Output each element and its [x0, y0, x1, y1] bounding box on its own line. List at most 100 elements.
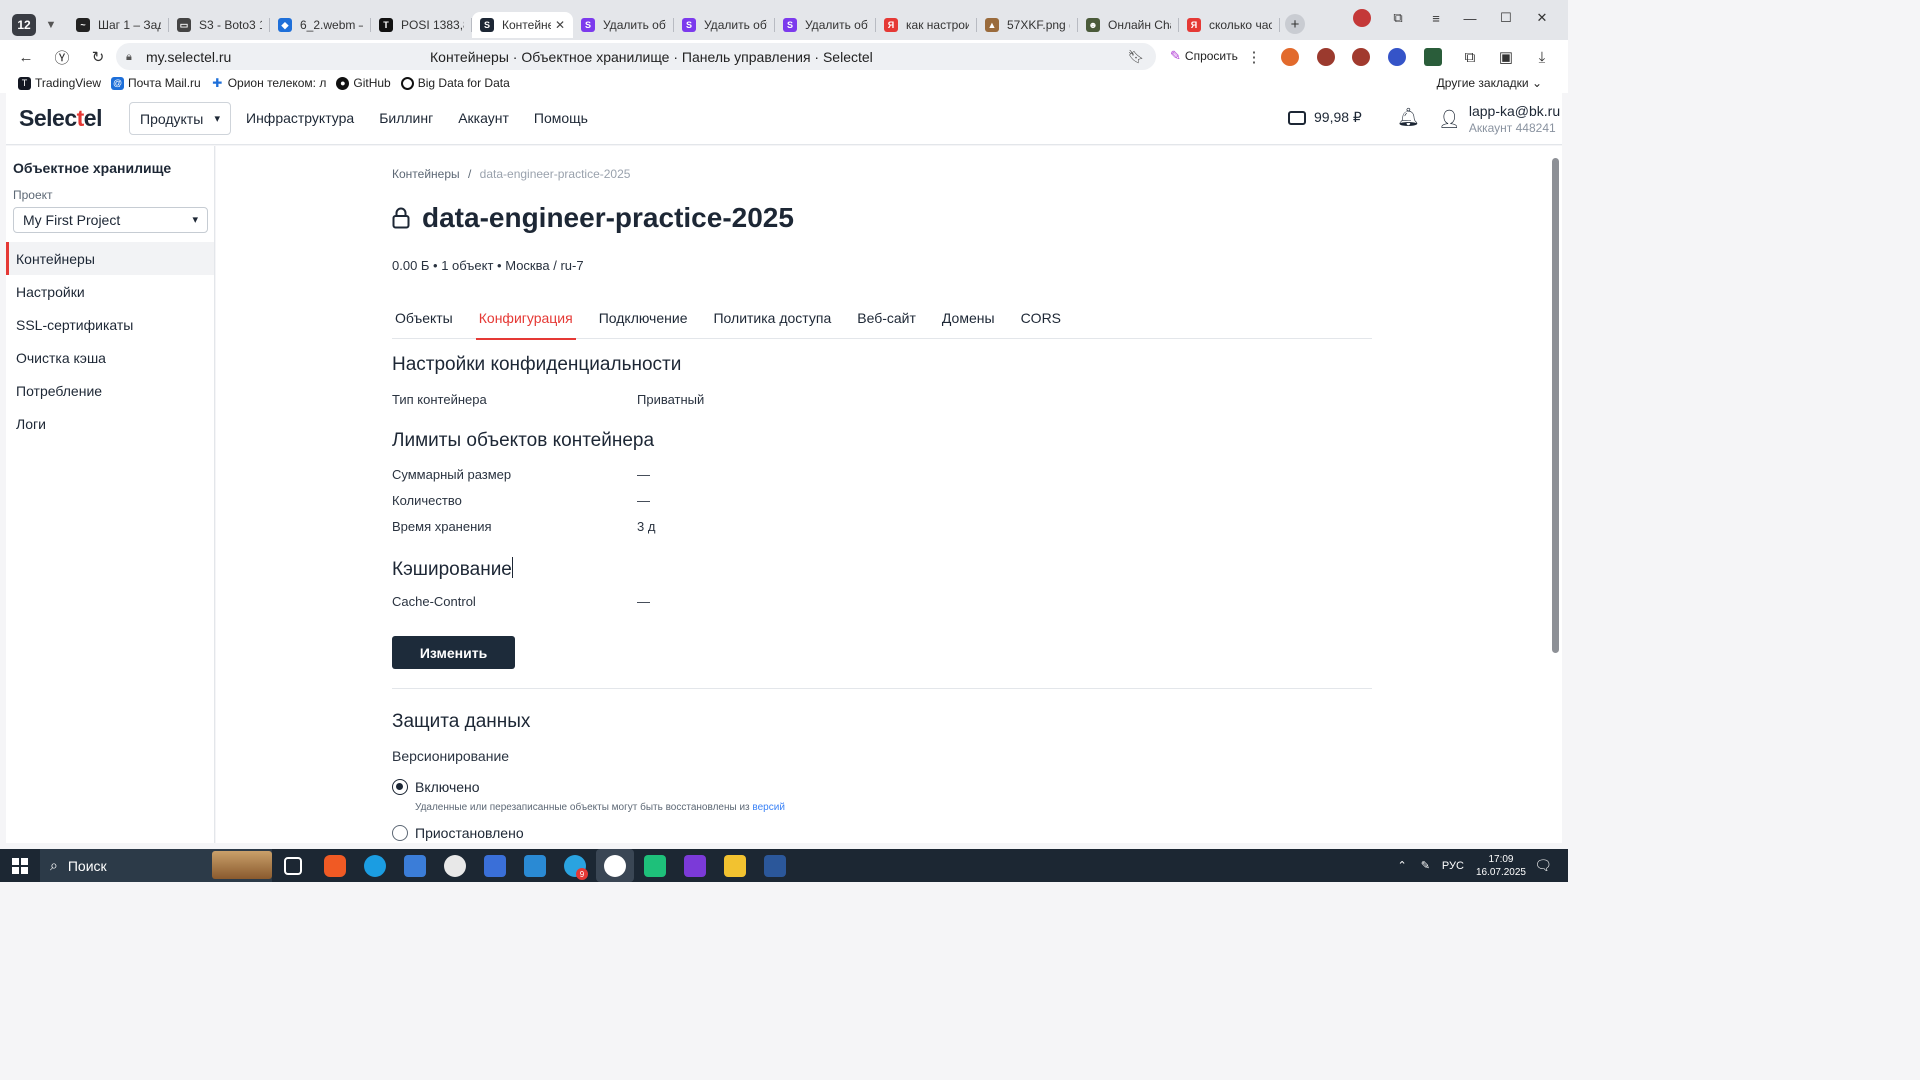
tab-domains[interactable]: Домены [939, 310, 998, 339]
selectel-logo[interactable]: Selectel [19, 105, 102, 132]
intellij-icon[interactable] [684, 855, 706, 877]
tab-objects[interactable]: Объекты [392, 310, 456, 339]
brave-icon[interactable] [324, 855, 346, 877]
sidebar-item-settings[interactable]: Настройки [6, 275, 214, 308]
tab-connection[interactable]: Подключение [596, 310, 691, 339]
nav-billing[interactable]: Биллинг [379, 110, 433, 126]
scrollbar-thumb[interactable] [1552, 158, 1559, 653]
taskbar-clock[interactable]: 17:09 16.07.2025 [1476, 853, 1526, 879]
sidebar-item-containers[interactable]: Контейнеры [6, 242, 214, 275]
browser-tab[interactable]: S Удалить объ [573, 12, 674, 38]
close-window-icon[interactable]: ✕ [1530, 8, 1554, 28]
app-icon[interactable] [404, 855, 426, 877]
more-options-icon[interactable]: ⋮ [1242, 46, 1266, 68]
edge-icon[interactable] [364, 855, 386, 877]
notification-center-icon[interactable]: 🗨︎ [1534, 857, 1552, 874]
minimize-window-icon[interactable]: — [1458, 8, 1482, 28]
collections-icon[interactable]: ▣ [1494, 46, 1518, 68]
file-explorer-icon[interactable] [724, 855, 746, 877]
browser-tab[interactable]: ~ Шаг 1 – Зада [68, 12, 169, 38]
nav-infrastructure[interactable]: Инфраструктура [246, 110, 354, 126]
extension-icon[interactable] [1424, 48, 1442, 66]
extensions-puzzle-icon[interactable]: ⧉ [1458, 46, 1482, 68]
collections-icon[interactable]: ⧉ [1386, 8, 1410, 28]
sidebar-item-cache-purge[interactable]: Очистка кэша [6, 341, 214, 374]
app-icon[interactable] [444, 855, 466, 877]
url-field[interactable]: 🔒︎ my.selectel.ru Контейнеры · Объектное… [116, 43, 1156, 70]
pycharm-icon[interactable] [644, 855, 666, 877]
tab-configuration[interactable]: Конфигурация [475, 310, 576, 340]
extension-icon[interactable] [1352, 48, 1370, 66]
pen-icon[interactable]: ✎ [1421, 859, 1430, 872]
bookmark-item[interactable]: T TradingView [18, 76, 101, 90]
tab-website[interactable]: Веб-сайт [854, 310, 919, 339]
radio-unselected-icon[interactable] [392, 825, 408, 841]
powershell-icon[interactable] [484, 855, 506, 877]
word-icon[interactable] [764, 855, 786, 877]
nav-help[interactable]: Помощь [534, 110, 588, 126]
bookmark-item[interactable]: ✚ Орион телеком: л [211, 76, 326, 90]
tab-list-chevron-icon[interactable]: ▼ [40, 14, 62, 36]
bookmark-icon[interactable]: 🔖︎ [1127, 49, 1144, 65]
browser-tab[interactable]: ◆ 6_2.webm — [270, 12, 371, 38]
browser-tab[interactable]: ☻ Онлайн Chat [1078, 12, 1179, 38]
language-indicator[interactable]: РУС [1442, 860, 1464, 872]
browser-tab[interactable]: ▭ S3 - Boto3 1. [169, 12, 270, 38]
other-bookmarks-folder[interactable]: Другие закладки ⌄ [1437, 76, 1542, 90]
user-menu[interactable]: 👤︎ lapp-ka@bk.ru Аккаунт 448241 [1438, 103, 1560, 135]
tradingview-icon: T [18, 76, 31, 90]
connection-lock-icon[interactable]: 🔒︎ [126, 51, 138, 63]
taskbar-search[interactable]: ⌕ Поиск [40, 849, 272, 882]
clock-date: 16.07.2025 [1475, 866, 1526, 878]
radio-selected-icon[interactable] [392, 779, 408, 795]
browser-tab[interactable]: Ясколько часо [1179, 12, 1280, 38]
sidebar-item-logs[interactable]: Логи [6, 407, 214, 440]
nav-account[interactable]: Аккаунт [458, 110, 509, 126]
object-count-row: Количество — [392, 493, 992, 508]
task-view-icon[interactable] [284, 857, 302, 875]
yandex-browser-taskbar-active[interactable] [596, 849, 634, 882]
balance-widget[interactable]: 99,98 ₽ [1288, 109, 1362, 126]
tab-cors[interactable]: CORS [1018, 310, 1064, 339]
breadcrumb-containers-link[interactable]: Контейнеры [392, 167, 460, 181]
maximize-window-icon[interactable]: ☐ [1494, 8, 1518, 28]
main-scrollbar[interactable] [1550, 146, 1562, 843]
sidebar-item-consumption[interactable]: Потребление [6, 374, 214, 407]
reload-icon[interactable]: ↻ [86, 46, 110, 68]
browser-tab[interactable]: T POSI 1383,8 [371, 12, 472, 38]
tab-counter-badge[interactable]: 12 [12, 14, 36, 36]
versioning-enabled-option[interactable]: Включено [392, 779, 480, 795]
new-tab-button[interactable]: + [1285, 14, 1305, 34]
extension-icon[interactable] [1388, 48, 1406, 66]
extension-icon[interactable] [1317, 48, 1335, 66]
browser-tab[interactable]: S Контейне ✕ [472, 12, 573, 38]
downloads-icon[interactable]: ⤓ [1530, 46, 1554, 68]
main-content: Контейнеры / data-engineer-practice-2025… [216, 146, 1550, 843]
tab-access-policy[interactable]: Политика доступа [710, 310, 834, 339]
yandex-profile-icon[interactable] [1350, 8, 1374, 28]
browser-tab[interactable]: ▲ 57XKF.png ( [977, 12, 1078, 38]
browser-tab[interactable]: S Удалить объ [674, 12, 775, 38]
bookmark-item[interactable]: ● GitHub [336, 76, 391, 90]
bookmark-item[interactable]: @ Почта Mail.ru [111, 76, 201, 90]
ask-alice-button[interactable]: ✎ Спросить [1162, 45, 1246, 67]
versions-link[interactable]: версий [752, 802, 785, 813]
notifications-bell-icon[interactable]: 🔔︎ [1397, 107, 1420, 128]
windows-start-icon[interactable] [12, 858, 28, 874]
bookmark-item[interactable]: Big Data for Data [400, 76, 510, 90]
browser-tab[interactable]: Якак настрои [876, 12, 977, 38]
bigdata-icon [400, 76, 414, 90]
back-icon[interactable]: ← [14, 46, 38, 68]
products-dropdown[interactable]: Продукты ▾ [129, 102, 231, 135]
browser-tab[interactable]: S Удалить объ [775, 12, 876, 38]
project-select[interactable]: My First Project ▾ [13, 207, 208, 233]
versioning-paused-option[interactable]: Приостановлено [392, 825, 524, 841]
tray-chevron-icon[interactable]: ⌃ [1397, 859, 1406, 872]
extension-icon[interactable] [1281, 48, 1299, 66]
close-tab-icon[interactable]: ✕ [555, 18, 565, 32]
edit-button[interactable]: Изменить [392, 636, 515, 669]
menu-icon[interactable]: ≡ [1424, 8, 1448, 28]
yandex-icon[interactable]: Ⓨ [50, 46, 74, 68]
vscode-icon[interactable] [524, 855, 546, 877]
sidebar-item-ssl[interactable]: SSL-сертификаты [6, 308, 214, 341]
